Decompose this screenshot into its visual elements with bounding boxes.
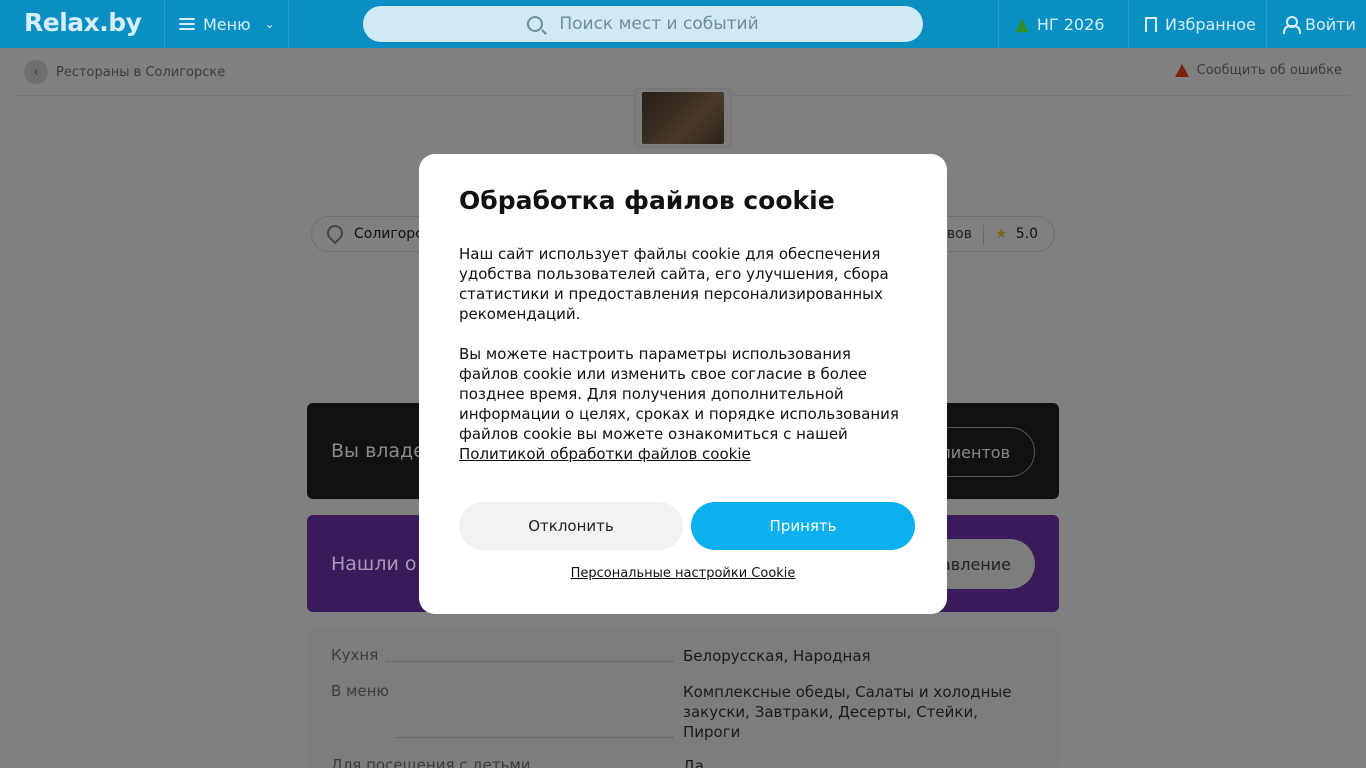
restaurant-photo[interactable]	[642, 92, 724, 144]
new-year-link[interactable]: ▲ НГ 2026	[998, 0, 1128, 48]
user-icon	[1283, 16, 1301, 34]
reviews-label[interactable]: вов	[947, 226, 972, 242]
cookie-paragraph-2: Вы можете настроить параметры использова…	[459, 344, 907, 464]
search-icon	[527, 16, 544, 32]
detail-label: Для посещения с детьми	[331, 756, 531, 768]
search-input[interactable]: Поиск мест и событий	[363, 6, 923, 42]
back-arrow-icon[interactable]: ‹	[24, 60, 48, 84]
login-link[interactable]: Войти	[1266, 0, 1366, 48]
cookie-paragraph-1: Наш сайт использует файлы cookie для обе…	[459, 245, 889, 323]
detail-row: Для посещения с детьми Да	[331, 756, 1035, 768]
chevron-down-icon: ⌄	[264, 17, 275, 31]
site-logo[interactable]: Relax.by	[24, 8, 142, 37]
rating: ★ 5.0	[995, 226, 1038, 242]
menu-button[interactable]: Меню ⌄	[164, 0, 289, 48]
cookie-consent-modal: Обработка файлов cookie Наш сайт использ…	[419, 154, 947, 614]
detail-value: Да	[683, 757, 704, 768]
bookmark-icon	[1145, 16, 1157, 32]
cookie-policy-link[interactable]: Политикой обработки файлов cookie	[459, 445, 751, 463]
detail-label: Кухня	[331, 646, 379, 664]
hamburger-icon	[179, 18, 195, 30]
favorites-link[interactable]: Избранное	[1128, 0, 1266, 48]
detail-label: В меню	[331, 682, 390, 700]
cookie-paragraph-2-text: Вы можете настроить параметры использова…	[459, 345, 899, 443]
mistake-banner-text: Нашли о	[331, 552, 417, 575]
place-details: Кухня Белорусская, Народная В меню Компл…	[307, 628, 1059, 768]
breadcrumb[interactable]: ‹ Рестораны в Солигорске	[24, 60, 225, 84]
detail-value: Белорусская, Народная	[683, 647, 871, 665]
star-icon: ★	[995, 226, 1008, 242]
separator	[983, 225, 984, 245]
top-navigation-bar: Relax.by Меню ⌄ Поиск мест и событий ▲ Н…	[0, 0, 1366, 48]
report-error-link[interactable]: Сообщить об ошибке	[1174, 63, 1342, 78]
detail-row: В меню Комплексные обеды, Салаты и холод…	[331, 682, 1035, 742]
detail-row: Кухня Белорусская, Народная	[331, 646, 1035, 666]
detail-value: Комплексные обеды, Салаты и холодные зак…	[683, 683, 1012, 741]
personal-cookie-settings-link[interactable]: Персональные настройки Cookie	[419, 566, 947, 581]
cookie-modal-title: Обработка файлов cookie	[459, 186, 835, 215]
breadcrumb-label[interactable]: Рестораны в Солигорске	[56, 65, 225, 80]
favorites-label: Избранное	[1165, 14, 1256, 34]
cookie-buttons: Отклонить Принять	[459, 502, 915, 550]
accept-button[interactable]: Принять	[691, 502, 915, 550]
location-pin-icon	[326, 225, 340, 243]
decline-button[interactable]: Отклонить	[459, 502, 683, 550]
rating-value: 5.0	[1015, 226, 1038, 242]
login-label: Войти	[1305, 14, 1356, 34]
owner-banner-text: Вы владе	[331, 440, 425, 462]
warning-icon	[1174, 64, 1189, 77]
search-placeholder: Поиск мест и событий	[559, 14, 759, 34]
christmas-tree-icon: ▲	[1015, 13, 1029, 35]
new-year-label: НГ 2026	[1036, 14, 1105, 34]
menu-label: Меню	[203, 14, 251, 34]
report-error-label: Сообщить об ошибке	[1196, 63, 1342, 78]
